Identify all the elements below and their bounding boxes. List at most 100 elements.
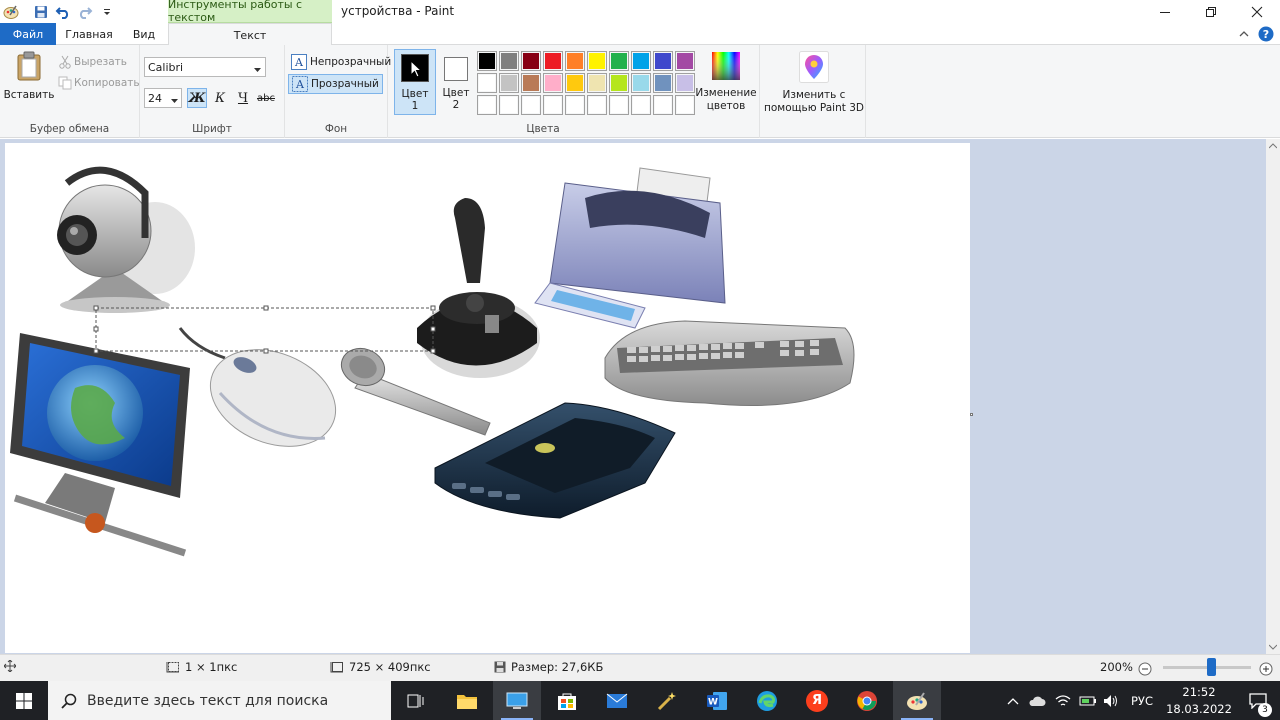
notifications-button[interactable]: 3 — [1236, 692, 1280, 717]
palette-color-fill — [611, 75, 627, 91]
paste-button[interactable]: Вставить — [4, 51, 54, 107]
text-selection-frame[interactable] — [93, 305, 436, 354]
palette-color[interactable] — [521, 73, 541, 93]
close-button[interactable] — [1234, 0, 1280, 23]
palette-color[interactable] — [587, 73, 607, 93]
strikethrough-button[interactable]: abc — [256, 88, 276, 108]
taskbar-edge[interactable] — [743, 681, 791, 720]
drawing-canvas[interactable] — [5, 143, 970, 653]
palette-color[interactable] — [499, 51, 519, 71]
collapse-ribbon-chevron-icon[interactable] — [1238, 29, 1250, 42]
word-icon: W — [707, 691, 727, 710]
palette-color[interactable] — [653, 51, 673, 71]
taskbar-monitor-app[interactable] — [493, 681, 541, 720]
custom-color-slot[interactable] — [521, 95, 541, 115]
bold-button[interactable]: Ж — [187, 88, 207, 108]
help-icon[interactable]: ? — [1258, 26, 1274, 45]
palette-color[interactable] — [631, 51, 651, 71]
canvas-resize-handle[interactable] — [970, 413, 973, 416]
start-button[interactable] — [0, 681, 48, 720]
palette-color[interactable] — [653, 73, 673, 93]
taskbar-magic-app[interactable] — [643, 681, 691, 720]
custom-color-slot[interactable] — [675, 95, 695, 115]
volume-tray[interactable] — [1100, 694, 1122, 708]
palette-color[interactable] — [565, 51, 585, 71]
transparent-button[interactable]: A Прозрачный — [288, 74, 383, 94]
color2-button[interactable]: Цвет 2 — [439, 49, 473, 115]
windows-logo-icon — [16, 692, 32, 709]
taskbar-mail[interactable] — [593, 681, 641, 720]
network-tray[interactable] — [1050, 694, 1076, 708]
notification-count-badge: 3 — [1258, 702, 1272, 717]
custom-color-slot[interactable] — [587, 95, 607, 115]
palette-color[interactable] — [543, 51, 563, 71]
custom-color-slot[interactable] — [543, 95, 563, 115]
palette-color[interactable] — [477, 51, 497, 71]
save-icon[interactable] — [30, 1, 52, 23]
taskbar-chrome[interactable] — [843, 681, 891, 720]
taskbar-yandex[interactable]: Я — [793, 681, 841, 720]
custom-color-slot[interactable] — [565, 95, 585, 115]
underline-button[interactable]: Ч — [233, 88, 253, 108]
palette-color[interactable] — [675, 51, 695, 71]
chevron-down-icon — [171, 94, 178, 107]
paint-app-icon[interactable] — [0, 1, 22, 23]
custom-color-slot[interactable] — [653, 95, 673, 115]
vertical-scrollbar[interactable] — [1266, 139, 1280, 654]
edit-colors-button[interactable]: Изменение цветов — [694, 51, 758, 113]
palette-color[interactable] — [477, 73, 497, 93]
color1-button[interactable]: Цвет 1 — [394, 49, 436, 115]
task-view-button[interactable] — [392, 681, 440, 720]
tab-view[interactable]: Вид — [124, 23, 164, 45]
taskbar-explorer[interactable] — [443, 681, 491, 720]
minimize-button[interactable] — [1142, 0, 1188, 23]
scroll-up-arrow-icon[interactable] — [1269, 143, 1277, 149]
undo-icon[interactable] — [52, 1, 74, 23]
cut-button[interactable]: Вырезать — [58, 55, 127, 69]
paint3d-label-2: помощью Paint 3D — [764, 102, 864, 114]
battery-tray[interactable] — [1076, 695, 1100, 707]
tab-home[interactable]: Главная — [60, 23, 118, 45]
palette-color[interactable] — [521, 51, 541, 71]
palette-color[interactable] — [565, 73, 585, 93]
tab-text[interactable]: Текст — [168, 23, 332, 46]
restore-button[interactable] — [1188, 0, 1234, 23]
palette-color[interactable] — [499, 73, 519, 93]
mouse-image — [178, 327, 337, 447]
onedrive-tray[interactable] — [1024, 695, 1050, 707]
custom-color-slot[interactable] — [477, 95, 497, 115]
italic-button[interactable]: К — [210, 88, 230, 108]
palette-color[interactable] — [609, 73, 629, 93]
zoom-out-button[interactable] — [1138, 662, 1152, 676]
selection-size-icon — [166, 662, 179, 673]
palette-color[interactable] — [631, 73, 651, 93]
palette-color[interactable] — [675, 73, 695, 93]
taskbar-paint[interactable] — [893, 681, 941, 720]
tab-file[interactable]: Файл — [0, 23, 56, 45]
edit-with-paint3d-button[interactable]: Изменить с помощью Paint 3D — [764, 51, 864, 115]
taskbar-word[interactable]: W — [693, 681, 741, 720]
font-size-select[interactable]: 24 — [144, 88, 182, 108]
scroll-down-arrow-icon[interactable] — [1269, 644, 1277, 650]
copy-button[interactable]: Копировать — [58, 76, 140, 90]
taskbar-store[interactable] — [543, 681, 591, 720]
palette-color[interactable] — [587, 51, 607, 71]
customize-qat-chevron-icon[interactable] — [96, 1, 118, 23]
show-hidden-icons-button[interactable] — [1002, 697, 1024, 705]
palette-color[interactable] — [609, 51, 629, 71]
palette-color-fill — [501, 53, 517, 69]
redo-icon[interactable] — [74, 1, 96, 23]
opaque-button[interactable]: A Непрозрачный — [289, 53, 393, 71]
palette-color-fill — [589, 75, 605, 91]
zoom-slider-thumb[interactable] — [1207, 658, 1217, 676]
custom-color-slot[interactable] — [499, 95, 519, 115]
font-family-select[interactable]: Calibri — [144, 57, 266, 77]
taskbar-search-box[interactable]: Введите здесь текст для поиска — [48, 681, 391, 720]
zoom-in-button[interactable] — [1259, 662, 1273, 676]
custom-color-slot[interactable] — [631, 95, 651, 115]
clock[interactable]: 21:52 18.03.2022 — [1162, 684, 1236, 718]
zoom-slider[interactable] — [1163, 658, 1251, 676]
custom-color-slot[interactable] — [609, 95, 629, 115]
palette-color[interactable] — [543, 73, 563, 93]
language-indicator[interactable]: РУС — [1122, 694, 1162, 708]
